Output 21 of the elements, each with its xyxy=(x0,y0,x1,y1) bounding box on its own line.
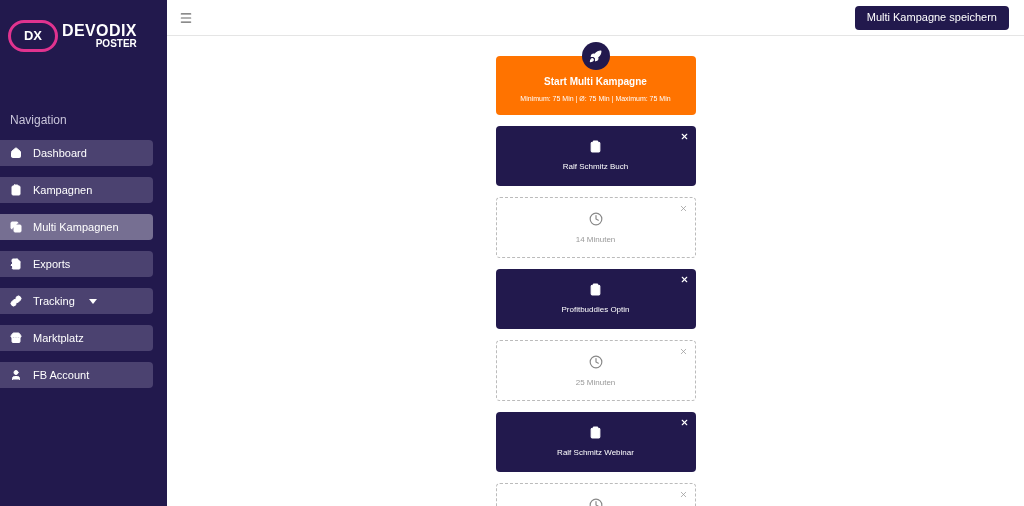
wait-duration: 25 Minuten xyxy=(575,377,616,389)
nav-item[interactable]: Kampagnen xyxy=(0,177,153,203)
campaign-name: Ralf Schmitz Buch xyxy=(562,160,629,173)
save-button[interactable]: Multi Kampagne speichern xyxy=(854,5,1009,30)
nav-item[interactable]: Marktplatz xyxy=(0,325,153,351)
campaign-name: Profitbuddies Optin xyxy=(561,303,630,316)
wait-duration: 14 Minuten xyxy=(575,234,616,246)
logo-mark: DX xyxy=(8,20,58,52)
nav-heading: Navigation xyxy=(10,112,68,129)
nav-item[interactable]: Exports xyxy=(0,251,153,277)
campaign-card[interactable]: Profitbuddies Optin xyxy=(495,269,696,329)
logo-subtitle: POSTER xyxy=(95,39,137,49)
campaign-card[interactable]: Ralf Schmitz Webinar xyxy=(495,412,696,472)
nav-item[interactable]: Tracking xyxy=(0,288,153,314)
nav-item[interactable]: Dashboard xyxy=(0,140,153,166)
campaign-card[interactable]: Ralf Schmitz Buch xyxy=(495,126,696,186)
logo-name: DEVODIX xyxy=(62,23,137,39)
campaign-name: Ralf Schmitz Webinar xyxy=(557,446,634,459)
nav-item[interactable]: Multi Kampagnen xyxy=(0,214,153,240)
nav-item[interactable]: FB Account xyxy=(0,362,153,388)
start-title: Start Multi Kampagne xyxy=(544,75,647,90)
